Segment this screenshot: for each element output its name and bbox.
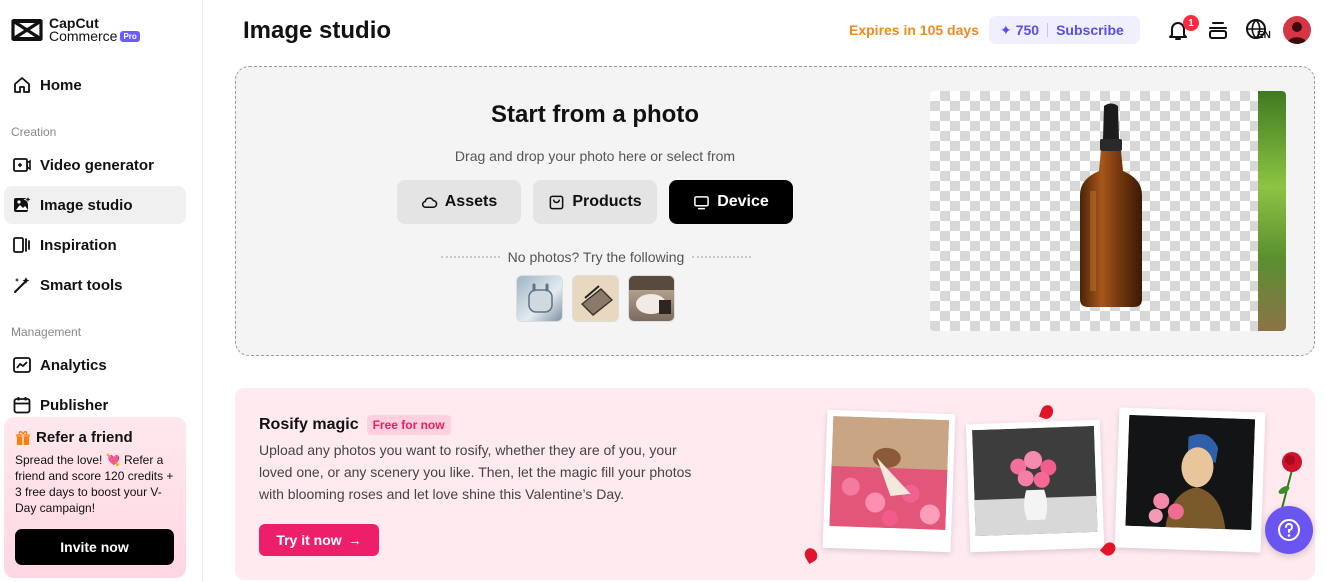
rosify-title: Rosify magic: [259, 416, 359, 433]
sidebar-item-inspiration[interactable]: Inspiration: [4, 226, 186, 264]
sidebar: CapCut Commerce Pro Home Creation Video g…: [0, 0, 203, 582]
rosify-example-photo-1: [822, 409, 956, 553]
serum-bottle-image: [1080, 103, 1142, 307]
monitor-icon: [694, 195, 710, 209]
try-it-now-label: Try it now: [276, 532, 342, 548]
product-box-icon: [549, 195, 564, 209]
divider: [441, 256, 500, 258]
capcut-commerce-logo[interactable]: CapCut Commerce Pro: [11, 16, 140, 44]
sidebar-item-label: Image studio: [40, 196, 133, 214]
refer-description: Spread the love! 💘 Refer a friend and sc…: [15, 453, 174, 515]
user-avatar-icon: [1287, 22, 1307, 44]
vase-of-roses-image: [972, 425, 1098, 537]
magic-wand-icon: [14, 277, 30, 293]
gift-icon: [16, 430, 30, 445]
calendar-icon: [13, 397, 31, 414]
rose-petal-decoration: [802, 545, 820, 565]
analytics-chart-icon: [13, 357, 31, 373]
invite-now-button[interactable]: Invite now: [15, 529, 174, 565]
divider: [692, 256, 751, 258]
sparkle-icon: ✦: [1000, 21, 1012, 38]
question-mark-icon: [1278, 519, 1300, 541]
arrow-right-icon: →: [347, 532, 362, 548]
rosify-example-photo-3: [1114, 407, 1266, 553]
chair-image: [629, 276, 674, 314]
sidebar-item-label: Home: [40, 76, 82, 94]
sidebar-item-analytics[interactable]: Analytics: [4, 346, 186, 384]
home-icon: [14, 77, 30, 93]
sidebar-item-label: Inspiration: [40, 236, 117, 254]
sidebar-item-image-studio[interactable]: Image studio: [4, 186, 186, 224]
rosify-description: Upload any photos you want to rosify, wh…: [259, 442, 692, 502]
section-management: Management: [11, 325, 82, 339]
rosify-example-photo-2: [965, 419, 1105, 553]
stack-layers-icon[interactable]: [1206, 18, 1230, 42]
earbuds-image: [528, 283, 553, 313]
image-sparkle-icon: [14, 195, 32, 212]
sidebar-item-label: Analytics: [40, 356, 107, 374]
background-swatch: [1258, 91, 1286, 331]
sidebar-item-home[interactable]: Home: [4, 66, 186, 104]
credits-count: 750: [1015, 22, 1040, 38]
video-plus-icon: [13, 158, 31, 172]
rosify-banner: Rosify magic Free for now Upload any pho…: [235, 388, 1315, 580]
sample-earbuds[interactable]: [516, 275, 563, 322]
assets-button[interactable]: Assets: [397, 180, 521, 224]
help-button[interactable]: [1265, 506, 1313, 554]
inspiration-icon: [13, 237, 30, 253]
notification-badge: 1: [1183, 15, 1199, 31]
credits-subscribe-pill[interactable]: ✦ 750 Subscribe: [989, 16, 1140, 44]
device-button[interactable]: Device: [669, 180, 793, 224]
section-creation: Creation: [11, 125, 57, 139]
upload-title: Start from a photo: [491, 101, 699, 128]
preview-transparent-canvas: [930, 91, 1286, 331]
try-it-now-button[interactable]: Try it now →: [259, 524, 379, 556]
pro-badge: Pro: [120, 31, 140, 42]
sidebar-item-video-generator[interactable]: Video generator: [4, 146, 186, 184]
refer-title: Refer a friend: [36, 429, 133, 446]
divider: [1047, 23, 1049, 37]
language-label: EN: [1257, 30, 1271, 41]
sample-compact[interactable]: [572, 275, 619, 322]
woman-in-roses-image: [829, 416, 950, 530]
products-label: Products: [572, 193, 642, 210]
photo-upload-dropzone[interactable]: Start from a photo Drag and drop your ph…: [235, 66, 1315, 356]
sidebar-item-smart-tools[interactable]: Smart tools: [4, 266, 186, 304]
assets-label: Assets: [444, 193, 498, 210]
expiry-notice: Expires in 105 days: [849, 22, 979, 38]
subscribe-link[interactable]: Subscribe: [1056, 22, 1124, 38]
brand-sub: Commerce: [49, 28, 118, 44]
try-samples-label: No photos? Try the following: [507, 249, 685, 265]
products-button[interactable]: Products: [533, 180, 657, 224]
sidebar-item-label: Video generator: [40, 156, 154, 174]
avatar[interactable]: [1283, 16, 1311, 44]
rose-petal-decoration: [1038, 403, 1056, 421]
cloud-icon: [421, 196, 438, 208]
pearl-earring-girl-image: [1125, 414, 1256, 531]
device-label: Device: [717, 193, 769, 210]
refer-a-friend-card: Refer a friend Spread the love! 💘 Refer …: [4, 417, 186, 578]
upload-subtitle: Drag and drop your photo here or select …: [454, 148, 736, 164]
page-title: Image studio: [243, 17, 392, 44]
capcut-logo-icon: [11, 19, 43, 41]
sample-chair[interactable]: [628, 275, 675, 322]
sidebar-item-label: Publisher: [40, 396, 109, 414]
compact-image: [581, 285, 613, 316]
sidebar-item-label: Smart tools: [40, 276, 123, 294]
free-badge: Free for now: [366, 415, 451, 435]
